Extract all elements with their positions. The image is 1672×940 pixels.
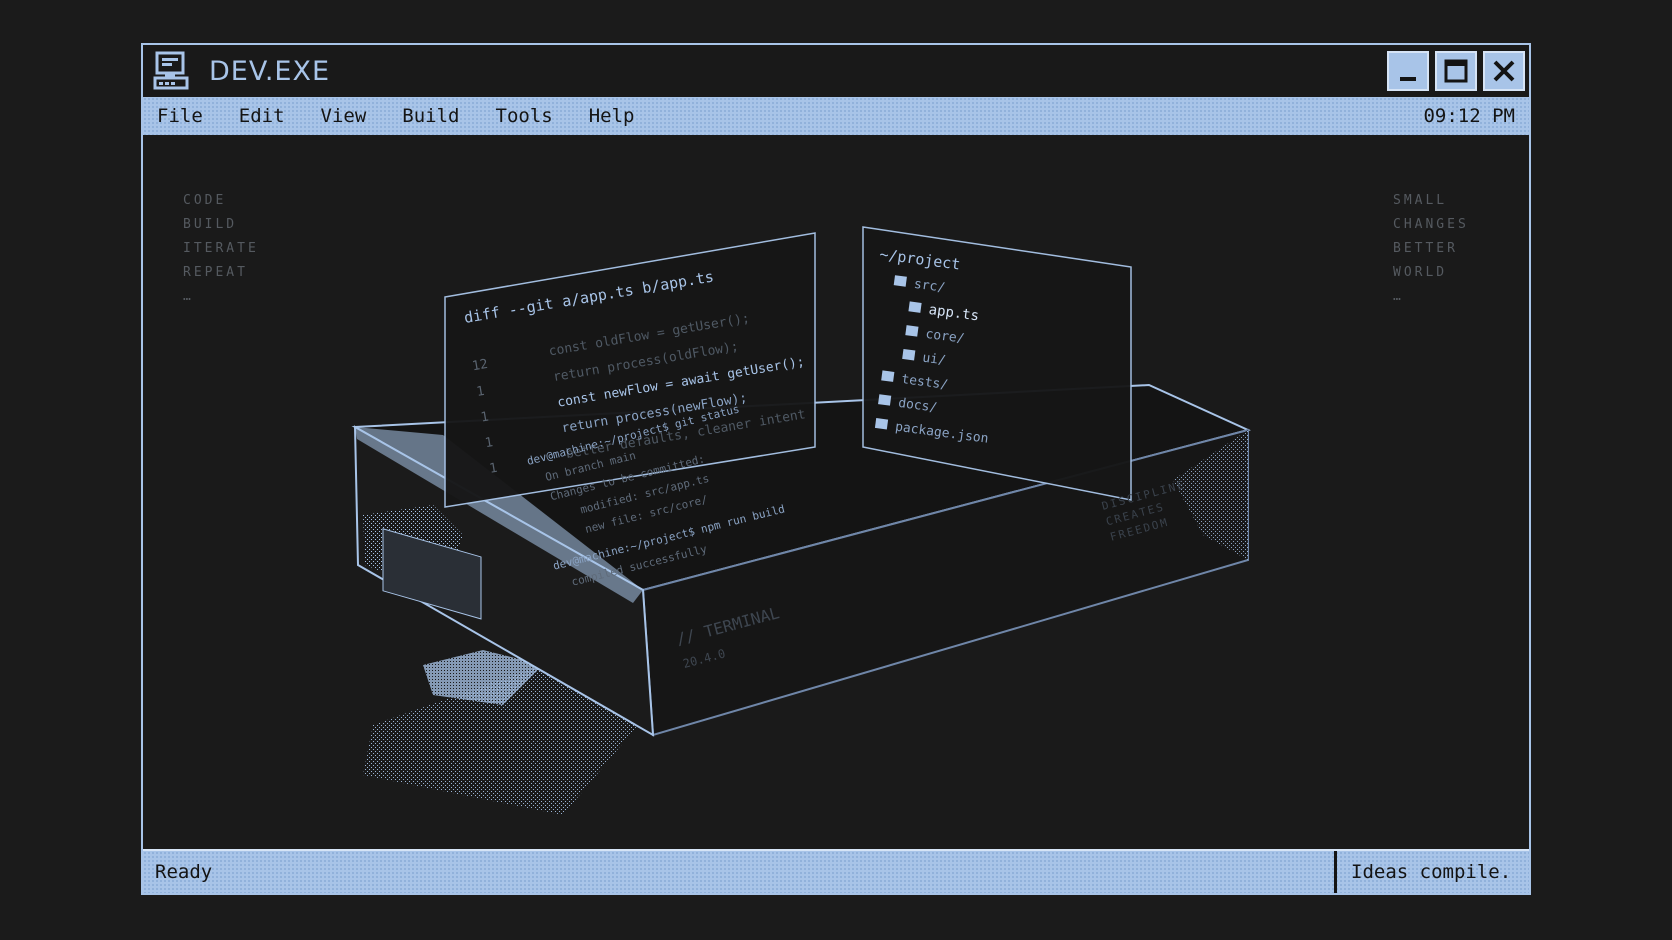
diff-line-number: 12 [471, 357, 489, 374]
window-controls [1387, 51, 1525, 91]
close-button[interactable] [1483, 51, 1525, 91]
title-bar[interactable]: DEV.EXE [143, 45, 1529, 97]
folder-icon [881, 370, 895, 382]
device-illustration: diff --git a/app.ts b/app.ts 12 1 1 1 1 … [351, 226, 1251, 815]
app-window: DEV.EXE File Edit View Build Tools Help … [141, 43, 1531, 895]
folder-icon [893, 275, 907, 287]
status-text: Ready [155, 861, 213, 883]
folder-icon [902, 348, 916, 361]
file-icon [908, 301, 922, 313]
status-tagline: Ideas compile. [1351, 861, 1512, 883]
minimize-icon [1400, 77, 1416, 81]
menu-build[interactable]: Build [402, 105, 459, 127]
tree-item: ui/ [921, 351, 946, 369]
close-icon [1493, 60, 1515, 82]
menu-tools[interactable]: Tools [496, 105, 553, 127]
folder-icon [878, 394, 892, 406]
menu-help[interactable]: Help [589, 105, 635, 127]
maximize-button[interactable] [1435, 51, 1477, 91]
menu-edit[interactable]: Edit [239, 105, 285, 127]
menu-file[interactable]: File [157, 105, 203, 127]
minimize-button[interactable] [1387, 51, 1429, 91]
folder-icon [905, 325, 919, 337]
status-bar: Ready Ideas compile. [143, 849, 1529, 893]
menu-bar: File Edit View Build Tools Help 09:12 PM [143, 97, 1529, 135]
maximize-icon [1444, 59, 1468, 83]
content-area: CODE BUILD ITERATE REPEAT … SMALL CHANGE… [143, 135, 1529, 851]
clock: 09:12 PM [1423, 105, 1515, 127]
computer-icon [153, 51, 189, 90]
window-title: DEV.EXE [209, 55, 331, 87]
file-icon [874, 417, 889, 430]
menu-view[interactable]: View [321, 105, 367, 127]
